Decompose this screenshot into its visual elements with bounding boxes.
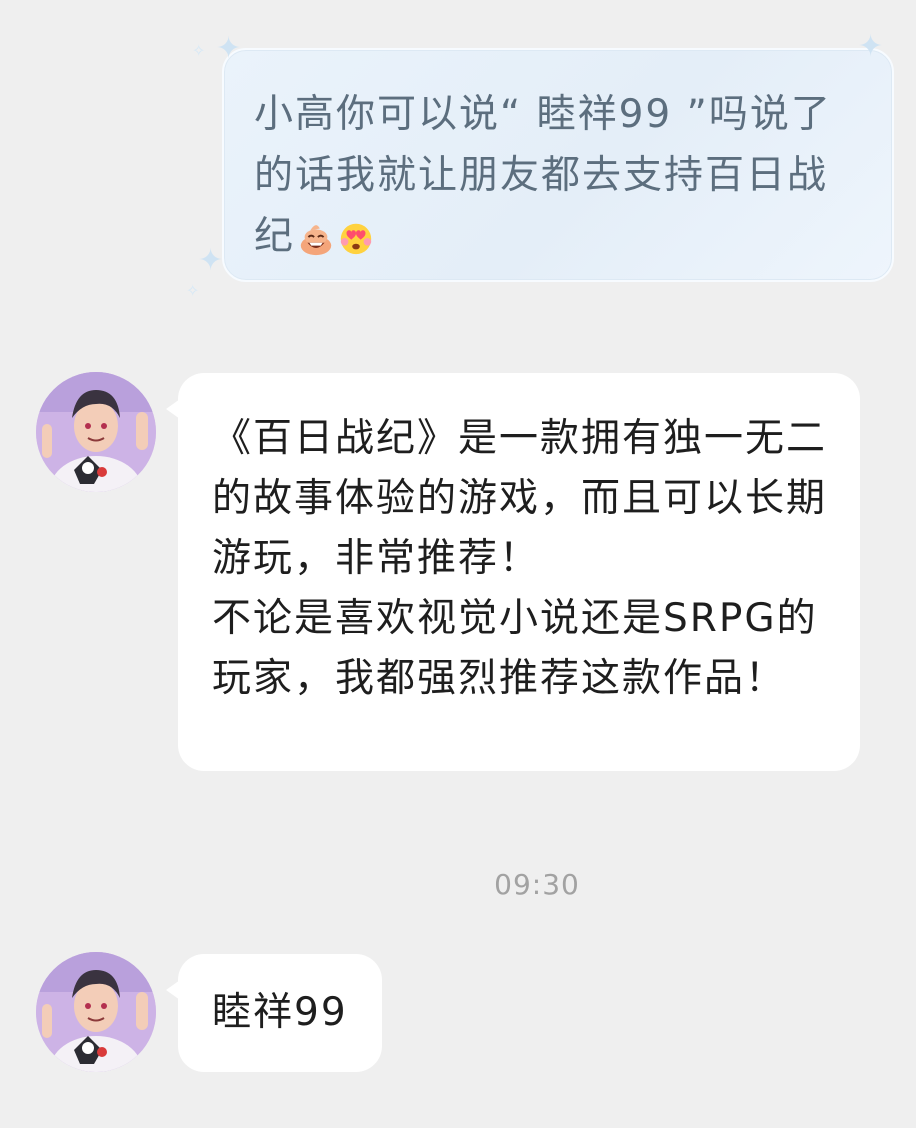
chat-window: 小高你可以说“ 睦祥99 ”吗说了的话我就让朋友都去支持百日战纪 ✦ ✧ ✦ ✦…	[0, 0, 916, 1128]
sparkle-decoration-icon: ✦	[858, 29, 884, 64]
sparkle-decoration-icon: ✧	[192, 41, 206, 60]
heart-eyes-emoji-icon	[337, 219, 375, 257]
received-message-text: 《百日战纪》是一款拥有独一无二的故事体验的游戏，而且可以长期游玩，非常推荐！ 不…	[212, 416, 828, 701]
anime-boy-avatar-icon	[36, 372, 156, 492]
sparkle-decoration-icon: ✦	[216, 31, 242, 66]
received-message-text: 睦祥99	[212, 990, 348, 1035]
sent-message-bubble[interactable]: 小高你可以说“ 睦祥99 ”吗说了的话我就让朋友都去支持百日战纪	[222, 48, 894, 282]
sparkle-decoration-icon: ✧	[186, 281, 200, 300]
sparkle-decoration-icon: ✦	[198, 243, 224, 278]
laughing-poop-emoji-icon	[297, 219, 335, 257]
sent-message-text: 小高你可以说“ 睦祥99 ”吗说了的话我就让朋友都去支持百日战纪	[254, 84, 844, 267]
timestamp: 09:30	[494, 868, 580, 901]
anime-boy-avatar-icon	[36, 952, 156, 1072]
avatar[interactable]	[36, 372, 156, 492]
received-message-bubble[interactable]: 睦祥99	[166, 954, 382, 1072]
avatar[interactable]	[36, 952, 156, 1072]
received-message-bubble[interactable]: 《百日战纪》是一款拥有独一无二的故事体验的游戏，而且可以长期游玩，非常推荐！ 不…	[166, 373, 860, 771]
